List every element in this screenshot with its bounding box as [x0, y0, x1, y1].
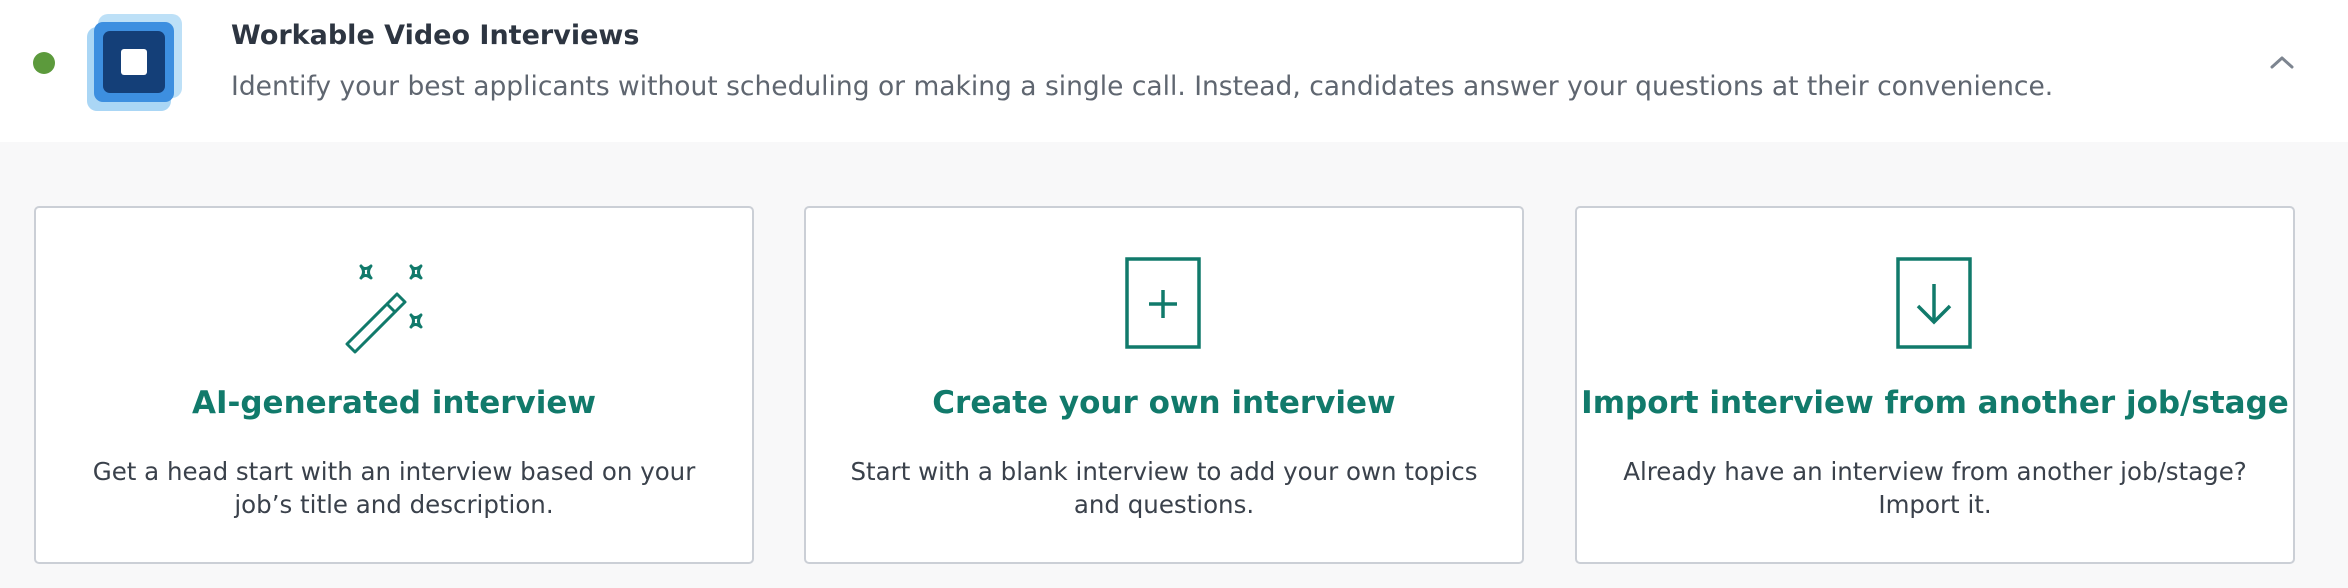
plus-document-icon — [1124, 256, 1204, 356]
card-title: AI-generated interview — [191, 385, 597, 421]
ai-generated-interview-card[interactable]: AI-generated interview Get a head start … — [34, 206, 754, 564]
integration-title: Workable Video Interviews — [231, 20, 640, 51]
card-title: Create your own interview — [932, 385, 1396, 421]
collapse-button[interactable] — [2262, 44, 2302, 80]
video-interview-logo-icon — [84, 12, 184, 112]
import-down-arrow-icon — [1895, 256, 1975, 356]
card-description: Already have an interview from another j… — [1623, 457, 2247, 519]
status-indicator — [33, 52, 55, 74]
integration-description: Identify your best applicants without sc… — [231, 71, 2054, 102]
magic-wand-icon — [344, 256, 444, 360]
import-interview-card[interactable]: Import interview from another job/stage … — [1575, 206, 2295, 564]
integration-header: Workable Video Interviews Identify your … — [0, 0, 2348, 142]
card-title: Import interview from another job/stage — [1581, 385, 2289, 421]
card-description: Start with a blank interview to add your… — [850, 457, 1478, 519]
chevron-up-icon — [2270, 56, 2294, 69]
card-description: Get a head start with an interview based… — [92, 457, 696, 519]
create-own-interview-card[interactable]: Create your own interview Start with a b… — [804, 206, 1524, 564]
